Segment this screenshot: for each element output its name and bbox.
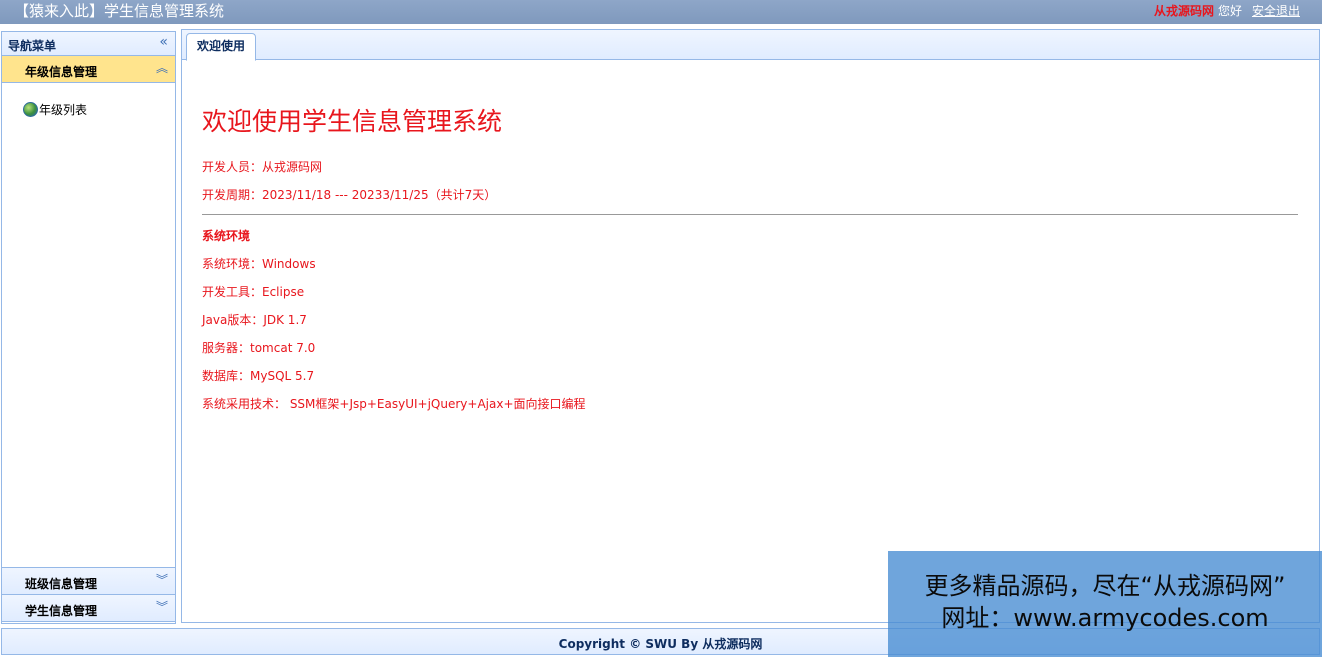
env-tech-text: 系统采用技术： SSM框架+Jsp+EasyUI+jQuery+Ajax+面向接… bbox=[202, 397, 586, 411]
period-text: 开发周期：2023/11/18 --- 20233/11/25（共计7天） bbox=[202, 188, 497, 202]
welcome-heading: 欢迎使用学生信息管理系统 bbox=[202, 107, 503, 136]
double-chevron-up-icon[interactable]: ︽ bbox=[156, 61, 168, 75]
navigation-panel: 导航菜单 « 年级信息管理 ︽ 年级列表 班级信息管理 ︾ 学生信息管理 ︾ bbox=[1, 31, 176, 624]
tree-item-label: 年级列表 bbox=[39, 103, 88, 117]
user-box: 从戎源码网 您好 安全退出 bbox=[1154, 3, 1300, 19]
section-grade-management[interactable]: 年级信息管理 ︽ bbox=[2, 56, 175, 83]
watermark-line-2: 网址：www.armycodes.com bbox=[941, 604, 1269, 632]
globe-icon bbox=[23, 102, 38, 117]
env-tool-text: 开发工具：Eclipse bbox=[202, 285, 305, 299]
env-section-title: 系统环境 bbox=[202, 229, 251, 243]
section-grade-body: 年级列表 bbox=[2, 83, 175, 568]
tab-welcome[interactable]: 欢迎使用 bbox=[186, 33, 257, 61]
top-bar: 【猿来入此】学生信息管理系统 从戎源码网 您好 安全退出 bbox=[0, 0, 1322, 24]
greeting: 您好 bbox=[1217, 4, 1242, 18]
section-student-management[interactable]: 学生信息管理 ︾ bbox=[2, 595, 175, 622]
section-title: 年级信息管理 bbox=[25, 65, 98, 79]
env-os-text: 系统环境：Windows bbox=[202, 257, 316, 271]
double-chevron-down-icon[interactable]: ︾ bbox=[156, 573, 168, 587]
navigation-title: 导航菜单 bbox=[8, 39, 57, 53]
section-class-management[interactable]: 班级信息管理 ︾ bbox=[2, 568, 175, 595]
tree-item-grade-list[interactable]: 年级列表 bbox=[23, 101, 87, 119]
app-title: 【猿来入此】学生信息管理系统 bbox=[14, 2, 225, 20]
double-chevron-down-icon[interactable]: ︾ bbox=[156, 600, 168, 614]
main-panel: 欢迎使用 欢迎使用学生信息管理系统 开发人员：从戎源码网 开发周期：2023/1… bbox=[181, 29, 1320, 623]
developer-text: 开发人员：从戎源码网 bbox=[202, 160, 323, 174]
section-title: 班级信息管理 bbox=[25, 577, 98, 591]
username: 从戎源码网 bbox=[1153, 4, 1214, 18]
env-db-text: 数据库：MySQL 5.7 bbox=[202, 369, 315, 383]
env-server-text: 服务器：tomcat 7.0 bbox=[202, 341, 316, 355]
section-title: 学生信息管理 bbox=[25, 604, 98, 618]
double-chevron-left-icon[interactable]: « bbox=[159, 34, 168, 50]
divider bbox=[202, 214, 1298, 215]
watermark-banner: 更多精品源码，尽在“从戎源码网” 网址：www.armycodes.com bbox=[888, 551, 1322, 657]
logout-link[interactable]: 安全退出 bbox=[1252, 4, 1300, 18]
tab-bar: 欢迎使用 bbox=[182, 30, 1319, 61]
env-java-text: Java版本：JDK 1.7 bbox=[202, 313, 307, 327]
welcome-content: 欢迎使用学生信息管理系统 开发人员：从戎源码网 开发周期：2023/11/18 … bbox=[202, 106, 1298, 411]
watermark-line-1: 更多精品源码，尽在“从戎源码网” bbox=[924, 572, 1286, 600]
navigation-header: 导航菜单 « bbox=[2, 32, 175, 56]
